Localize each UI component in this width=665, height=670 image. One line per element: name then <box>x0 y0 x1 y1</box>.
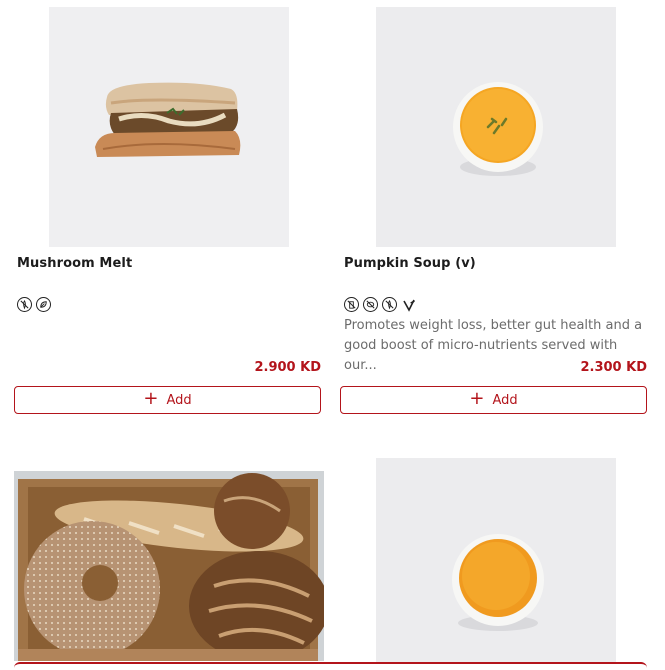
add-button-label: Add <box>492 392 518 408</box>
soup-image <box>453 82 543 176</box>
no-dairy-icon <box>344 297 359 312</box>
vegan-sprout-icon <box>401 297 416 312</box>
no-gluten-icon <box>17 297 32 312</box>
no-nuts-icon <box>363 297 378 312</box>
bread-basket-image <box>14 471 324 661</box>
dietary-badges <box>344 297 416 312</box>
add-to-cart-button[interactable]: + Add <box>340 386 647 414</box>
product-image-mushroom-melt[interactable] <box>49 7 289 247</box>
product-image-pumpkin-soup[interactable] <box>376 7 616 247</box>
dietary-badges <box>17 297 51 312</box>
soup-image <box>452 534 544 631</box>
product-price: 2.900 KD <box>254 360 321 375</box>
add-button-label: Add <box>166 392 192 408</box>
plus-icon: + <box>469 388 485 409</box>
add-to-cart-button[interactable]: + Add <box>14 386 321 414</box>
sandwich-image <box>95 82 241 157</box>
product-image-bread[interactable] <box>14 471 324 661</box>
next-card-border <box>14 662 647 670</box>
product-title[interactable]: Pumpkin Soup (v) <box>344 256 476 271</box>
product-price: 2.300 KD <box>580 360 647 375</box>
vegetarian-leaf-icon <box>36 297 51 312</box>
no-gluten-icon <box>382 297 397 312</box>
plus-icon: + <box>143 388 159 409</box>
product-description-line: Promotes weight loss, better gut health … <box>344 318 643 333</box>
product-image-soup[interactable] <box>376 458 616 662</box>
product-title[interactable]: Mushroom Melt <box>17 256 132 271</box>
